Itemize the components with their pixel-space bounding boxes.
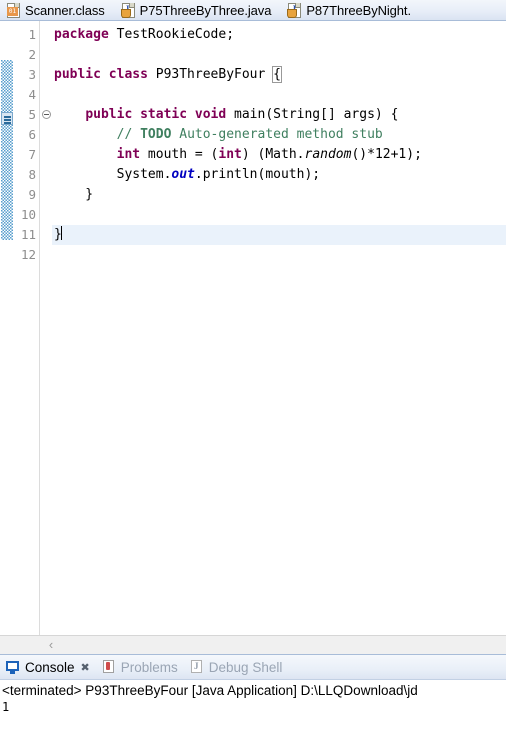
tab-label: Problems [120,659,178,675]
code-token: out [171,167,195,182]
line-number: 7 [28,147,36,162]
fold-slot [41,245,52,265]
code-token: public class [54,67,156,82]
line-number: 9 [28,187,36,202]
code-token: // [116,127,141,142]
code-token: package [54,27,117,42]
code-token: int [116,147,141,162]
code-token: random [304,147,352,162]
line-number: 5 [28,107,36,122]
code-line[interactable]: } [52,225,506,245]
line-number: 4 [28,87,36,102]
class-file-icon: 01 [5,2,21,18]
chevron-left-icon[interactable]: ‹ [40,636,62,654]
fold-slot [41,205,52,225]
code-token: .println(mouth); [194,167,321,182]
code-token: { [272,66,282,83]
code-token: P93ThreeByFour [155,67,274,82]
annotation-ruler[interactable] [0,21,15,654]
console-tab-bar: Console ✖ Problems J Debug Shell [0,654,506,680]
console-output-area[interactable]: <terminated> P93ThreeByFour [Java Applic… [0,680,506,715]
code-token: mouth = ( [140,147,219,162]
code-line[interactable]: public static void main(String[] args) { [52,105,506,125]
code-line[interactable] [52,205,506,225]
code-token: ()*12+1); [351,147,422,162]
fold-slot [41,225,52,245]
code-token: main(String[] args) { [234,107,399,122]
editor-tab-label: P75ThreeByThree.java [139,2,272,18]
code-line[interactable]: System.out.println(mouth); [52,165,506,185]
code-token: TODO [140,127,172,142]
tab-console[interactable]: Console ✖ [0,655,96,679]
code-line[interactable]: } [52,185,506,205]
quickfix-marker-icon[interactable] [1,112,13,125]
text-caret [60,226,62,240]
editor-tab-label: Scanner.class [25,2,105,18]
editor-tab-p87threebynight-java[interactable]: J P87ThreeByNight. [281,0,421,20]
tab-label: Debug Shell [208,659,283,675]
fold-slot [41,85,52,105]
change-indicator-bar [1,60,13,240]
editor-tab-bar: 01 Scanner.class J P75ThreeByThree.java … [0,0,506,21]
java-file-icon: J [286,2,302,18]
code-token: int [218,147,242,162]
code-surface[interactable]: package TestRookieCode; public class P93T… [52,21,506,654]
folding-ruler[interactable] [41,21,52,654]
fold-slot [41,185,52,205]
code-line[interactable]: // TODO Auto-generated method stub [52,125,506,145]
code-token: System. [54,167,172,182]
tab-label: Console [25,659,75,675]
code-line[interactable] [52,245,506,265]
code-line[interactable]: public class P93ThreeByFour { [52,65,506,85]
fold-slot [41,165,52,185]
code-line[interactable] [52,45,506,65]
code-line[interactable] [52,85,506,105]
code-editor[interactable]: 1 2 3 4 5 6 7 8 9 10 11 12 package TestRookieCode; p… [0,21,506,654]
class-file-icon-badge: 01 [7,7,18,16]
line-number: 3 [28,67,36,82]
line-number: 11 [20,227,36,242]
code-token: ) (Math. [241,147,305,162]
fold-collapse-icon[interactable] [42,110,51,119]
line-number: 1 [28,27,36,42]
tab-problems[interactable]: Problems [96,655,184,679]
code-token: public static void [85,107,235,122]
code-token: Auto-generated method stub [171,127,383,142]
console-stdout-text: 1 [2,700,10,714]
editor-horizontal-scrollbar[interactable]: ‹ [0,635,506,654]
line-number: 8 [28,167,36,182]
fold-slot [41,25,52,45]
code-line[interactable]: int mouth = (int) (Math.random()*12+1); [52,145,506,165]
debug-shell-icon-badge: J [194,661,199,671]
line-number: 12 [20,247,36,262]
java-file-icon: J [120,2,136,18]
line-number: 10 [20,207,36,222]
fold-slot [41,45,52,65]
editor-tab-p75threebythree-java[interactable]: J P75ThreeByThree.java [115,0,282,20]
editor-tab-scanner-class[interactable]: 01 Scanner.class [0,0,115,20]
tab-debug-shell[interactable]: J Debug Shell [184,655,289,679]
console-monitor-icon [5,659,21,675]
console-launch-header: <terminated> P93ThreeByFour [Java Applic… [2,683,418,698]
line-number-gutter: 1 2 3 4 5 6 7 8 9 10 11 12 [14,21,40,654]
fold-slot [41,125,52,145]
line-number: 2 [28,47,36,62]
editor-tab-label: P87ThreeByNight. [306,2,411,18]
console-view: Console ✖ Problems J Debug Shell <termin… [0,654,506,749]
fold-slot [41,145,52,165]
debug-shell-icon: J [189,659,205,675]
code-line[interactable]: package TestRookieCode; [52,25,506,45]
code-token: TestRookieCode; [116,27,235,42]
close-icon[interactable]: ✖ [81,661,90,674]
code-token: } [54,187,94,202]
line-number: 6 [28,127,36,142]
fold-slot [41,65,52,85]
problems-icon [101,659,117,675]
fold-slot[interactable] [41,105,52,125]
